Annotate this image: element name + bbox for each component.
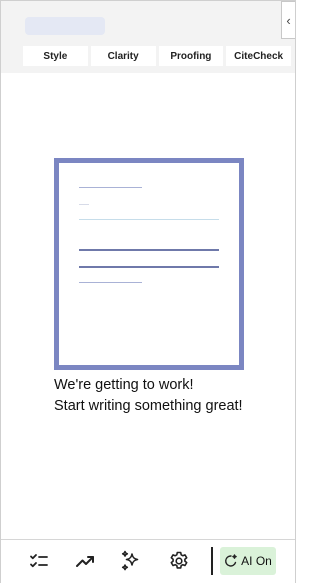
tab-clarity[interactable]: Clarity [90,46,156,66]
doc-line [79,204,89,205]
bottom-toolbar: AI On [1,539,295,583]
doc-line [79,282,142,283]
empty-state-message: We're getting to work! Start writing som… [54,375,284,417]
empty-state-line-2: Start writing something great! [54,398,243,414]
trending-button[interactable] [72,548,98,574]
checklist-button[interactable] [26,548,52,574]
settings-button[interactable] [166,548,192,574]
ai-toggle-label: AI On [241,554,272,568]
document-illustration [54,158,244,370]
ai-sparkle-refresh-icon [225,554,237,567]
trending-up-icon [76,556,94,567]
chevron-left-icon: ‹ [286,12,291,28]
settings-gear-icon [170,551,188,569]
sparkles-icon [121,550,139,571]
tab-proofing[interactable]: Proofing [158,46,224,66]
toolbar-divider [211,547,213,575]
doc-line [79,219,219,220]
collapse-button[interactable]: ‹ [281,1,295,39]
checklist-icon [30,554,48,568]
doc-line [79,249,219,251]
ai-toggle-button[interactable]: AI On [220,547,276,575]
doc-line [79,187,142,188]
title-placeholder [25,17,105,35]
tab-citecheck[interactable]: CiteCheck [226,46,291,66]
tab-style[interactable]: Style [23,46,88,66]
sidebar-panel: ‹ Style Clarity Proofing CiteCheck We're… [0,0,296,583]
doc-line [79,266,219,268]
panel-header: ‹ Style Clarity Proofing CiteCheck [1,1,295,73]
empty-state-line-1: We're getting to work! [54,377,194,393]
tab-bar: Style Clarity Proofing CiteCheck [23,46,291,66]
sparkles-button[interactable] [118,548,144,574]
